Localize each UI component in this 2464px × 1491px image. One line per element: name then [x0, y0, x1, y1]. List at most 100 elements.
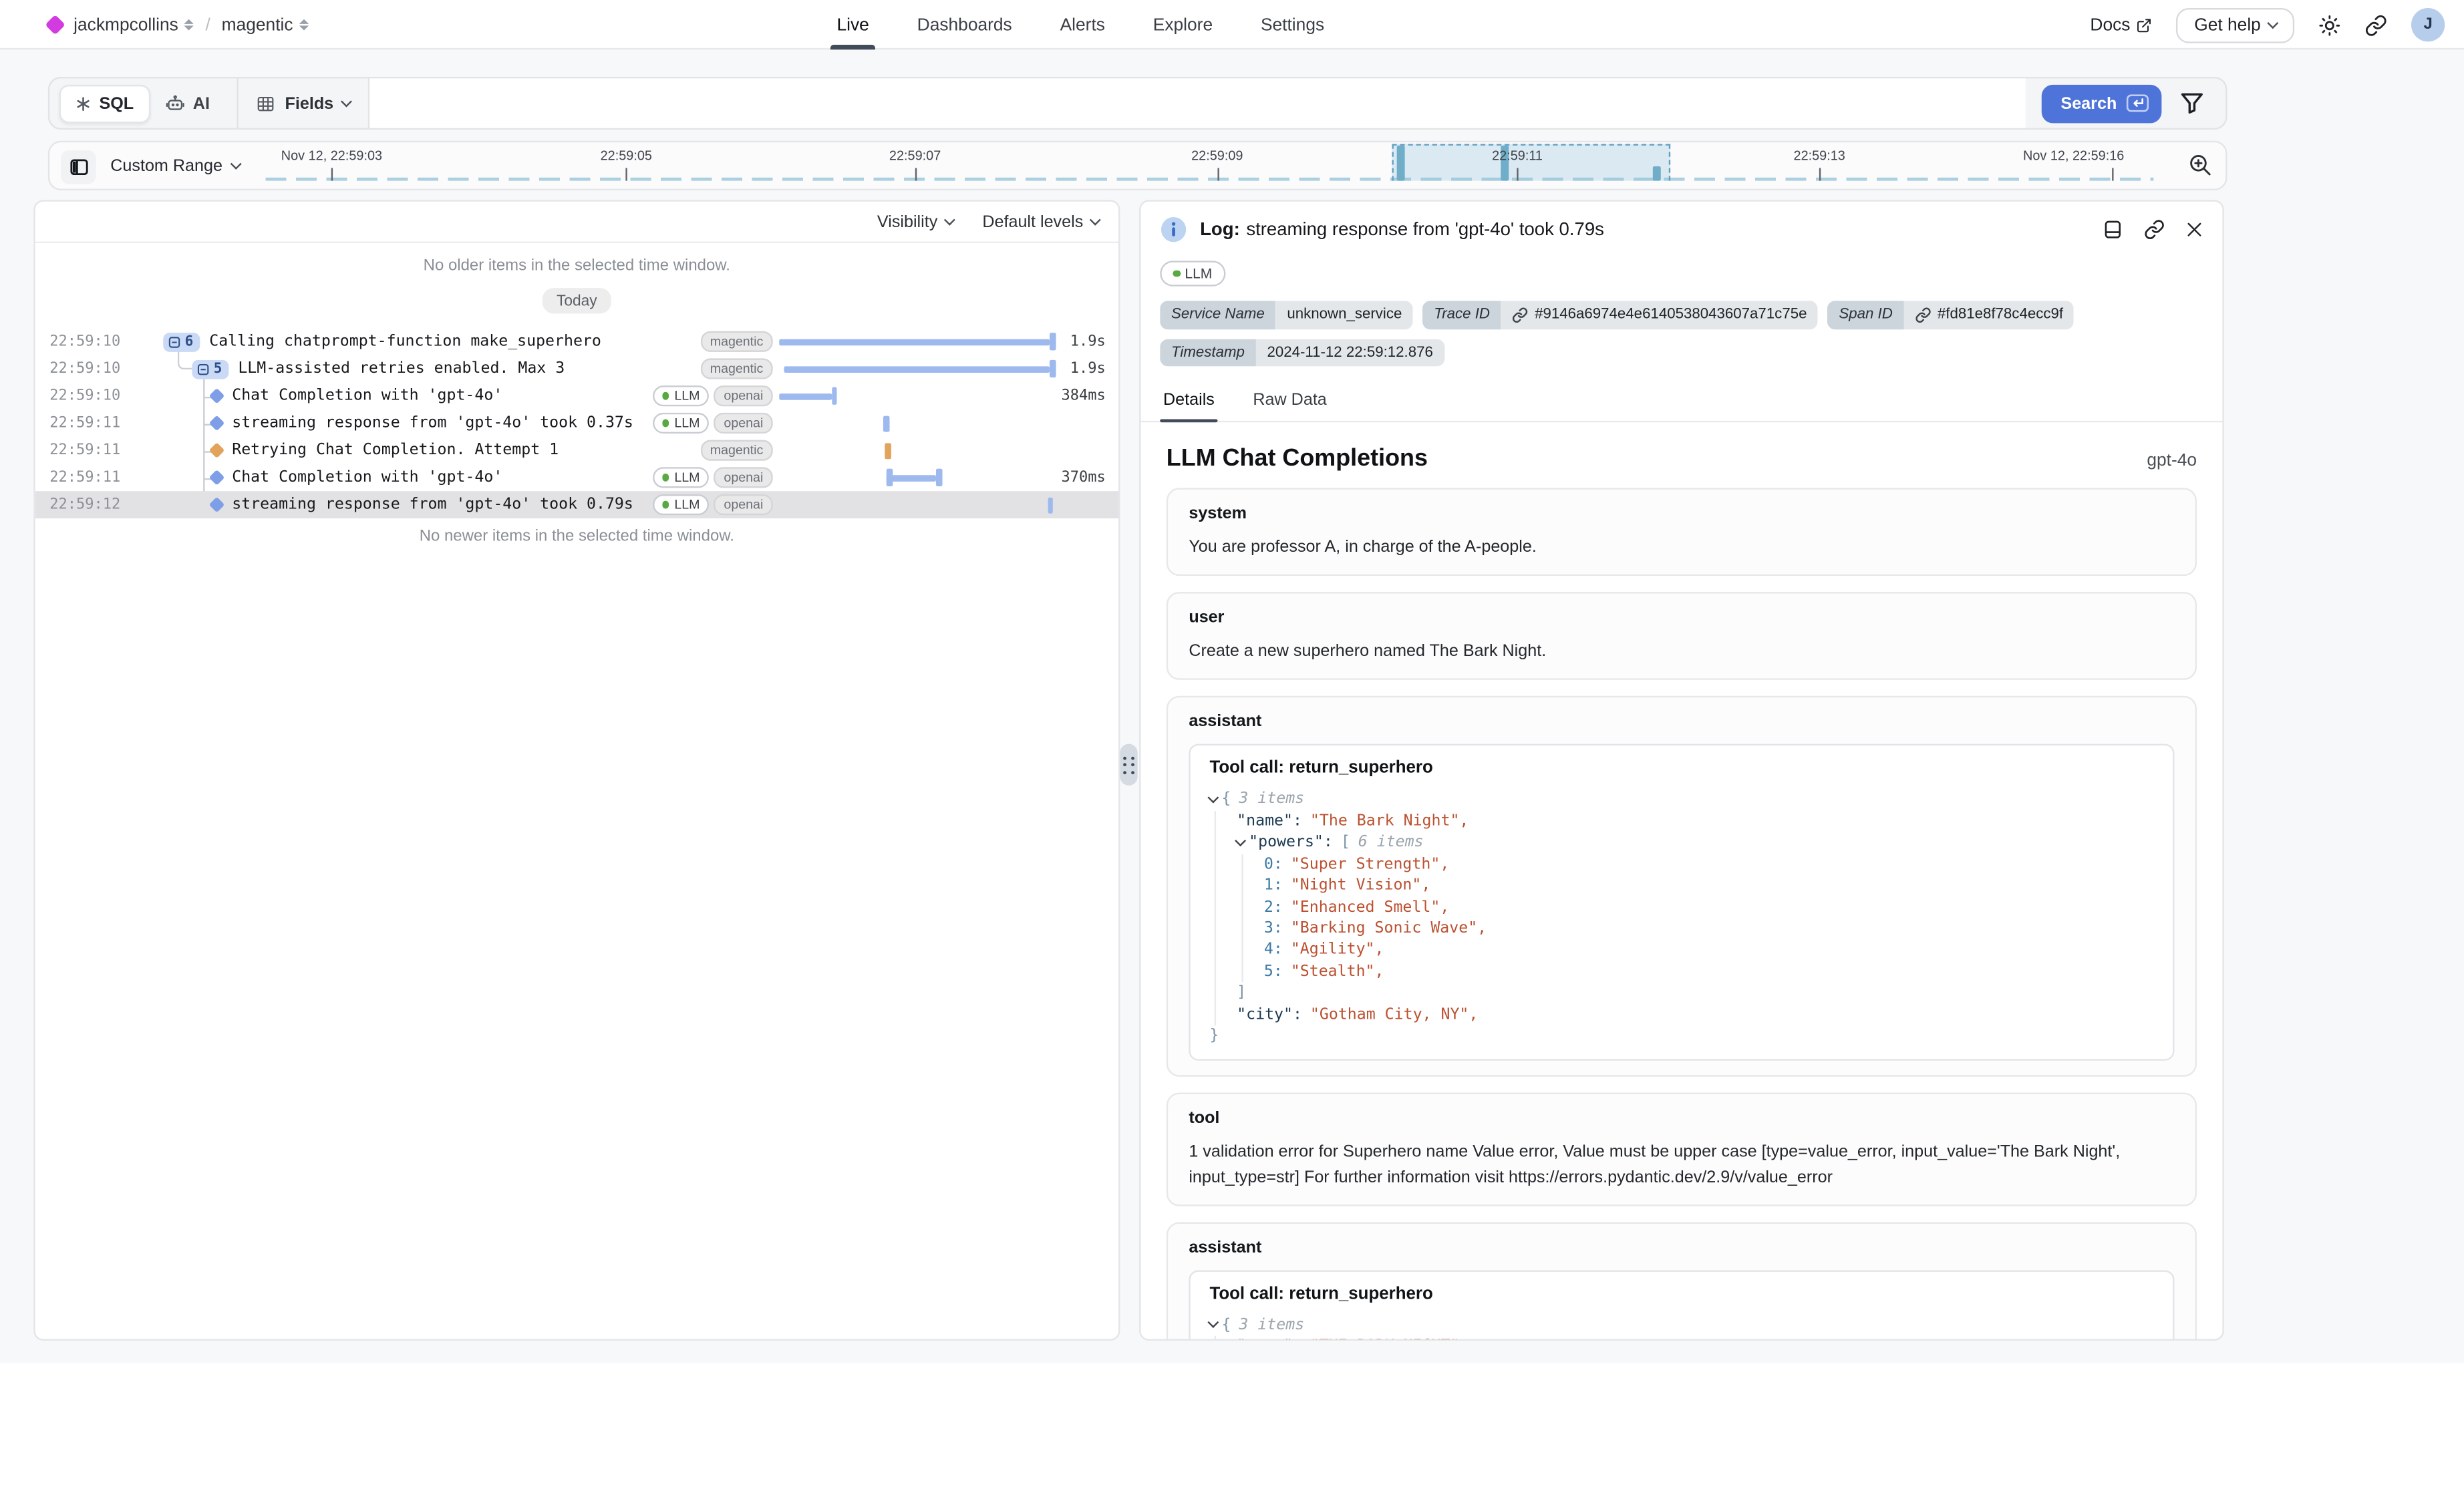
timeline-track[interactable]: Nov 12, 22:59:03 22:59:05 22:59:07 22:59…	[266, 142, 2154, 188]
warning-diamond-icon	[209, 442, 225, 458]
close-button[interactable]	[2185, 220, 2203, 238]
tool-call-title: Tool call: return_superhero	[1209, 759, 2153, 778]
log-row[interactable]: 22:59:11 streaming response from 'gpt-4o…	[35, 409, 1118, 437]
detail-header: Log:streaming response from 'gpt-4o' too…	[1140, 202, 2222, 251]
json-caret-icon[interactable]	[1235, 835, 1245, 845]
json-caret-icon[interactable]	[1208, 792, 1218, 802]
get-help-label: Get help	[2194, 15, 2261, 35]
duration-label: 1.9s	[1054, 360, 1118, 377]
log-row[interactable]: 22:59:11 Retrying Chat Completion. Attem…	[35, 437, 1118, 464]
share-link-button[interactable]	[2365, 13, 2388, 36]
duration-bar-cap	[1050, 360, 1055, 377]
tab-dashboards[interactable]: Dashboards	[914, 0, 1016, 49]
tab-settings[interactable]: Settings	[1257, 0, 1328, 49]
duration-bar	[784, 365, 1050, 372]
docs-link[interactable]: Docs	[2090, 15, 2153, 35]
search-button[interactable]: Search	[2042, 84, 2162, 122]
message-assistant: assistant Tool call: return_superhero {3…	[1167, 1222, 2197, 1341]
log-timestamp: 22:59:10	[49, 360, 123, 377]
no-newer-items-text: No newer items in the selected time wind…	[35, 528, 1118, 545]
tag-llm[interactable]: LLM	[653, 467, 710, 488]
panel-resize-handle[interactable]	[1120, 744, 1137, 786]
panel-layout-button[interactable]	[2103, 219, 2123, 240]
search-input[interactable]	[370, 78, 2025, 128]
duration-tick	[885, 442, 891, 458]
tab-raw-data[interactable]: Raw Data	[1250, 382, 1330, 420]
log-rows: 22:59:10 6 Calling chatprompt-function m…	[35, 328, 1118, 518]
filter-button[interactable]	[2181, 93, 2203, 114]
timestamp-badge: Timestamp 2024-11-12 22:59:12.876	[1160, 339, 1444, 366]
log-timestamp: 22:59:11	[49, 442, 123, 459]
tab-explore[interactable]: Explore	[1150, 0, 1216, 49]
search-bar: SQL AI Fields Search	[48, 77, 2227, 130]
log-message: Chat Completion with 'gpt-4o'	[232, 469, 502, 486]
duration-bar-cap	[832, 387, 837, 405]
span-diamond-icon	[209, 388, 225, 404]
message-content: Create a new superhero named The Bark Ni…	[1189, 641, 2174, 665]
ai-mode-button[interactable]: AI	[150, 85, 224, 122]
duration-bar	[779, 339, 1050, 345]
message-system: system You are professor A, in charge of…	[1167, 488, 2197, 576]
tag-llm[interactable]: LLM	[653, 413, 710, 434]
org-selector[interactable]: jackmpcollins	[73, 15, 194, 35]
duration-track	[779, 382, 1054, 409]
time-range-label: Custom Range	[110, 156, 222, 175]
log-row[interactable]: 22:59:10 5 LLM-assisted retries enabled.…	[35, 355, 1118, 383]
external-link-icon	[2137, 17, 2153, 33]
tag-openai[interactable]: openai	[714, 494, 773, 515]
user-avatar[interactable]: J	[2411, 8, 2445, 41]
tag-openai[interactable]: openai	[714, 385, 773, 406]
tag-magentic[interactable]: magentic	[700, 331, 772, 352]
project-selector[interactable]: magentic	[222, 15, 309, 35]
log-row[interactable]: 22:59:11 Chat Completion with 'gpt-4o' L…	[35, 464, 1118, 491]
span-id-badge[interactable]: Span ID #fd81e8f78c4ecc9f	[1828, 301, 2074, 329]
message-assistant: assistant Tool call: return_superhero {3…	[1167, 697, 2197, 1078]
sql-mode-button[interactable]: SQL	[59, 84, 150, 122]
chevron-down-icon	[230, 158, 242, 170]
collapse-badge[interactable]: 5	[192, 359, 228, 379]
histogram-bar	[1654, 166, 1662, 181]
json-viewer: {3 items "name":"THE BARK NIGHT", "power…	[1209, 1315, 2153, 1341]
collapse-badge[interactable]: 6	[163, 332, 200, 351]
zoom-in-button[interactable]	[2187, 152, 2213, 178]
default-levels-dropdown[interactable]: Default levels	[982, 212, 1099, 231]
tab-alerts[interactable]: Alerts	[1057, 0, 1108, 49]
sidebar-toggle-button[interactable]	[61, 150, 96, 184]
tab-details[interactable]: Details	[1160, 382, 1217, 420]
log-row[interactable]: 22:59:10 Chat Completion with 'gpt-4o' L…	[35, 382, 1118, 409]
fields-button[interactable]: Fields	[237, 78, 371, 128]
chevron-up-down-icon	[299, 19, 309, 31]
copy-link-button[interactable]	[2144, 219, 2165, 240]
duration-track	[779, 328, 1054, 355]
section-header: LLM Chat Completions gpt-4o	[1140, 445, 2222, 472]
role-label: tool	[1189, 1109, 2174, 1128]
tag-magentic[interactable]: magentic	[700, 358, 772, 379]
theme-toggle-button[interactable]	[2318, 13, 2341, 36]
bottom-spacer	[0, 1363, 2464, 1491]
trace-id-badge[interactable]: Trace ID #9146a6974e4e6140538043607a71c7…	[1423, 301, 1819, 329]
tag-llm[interactable]: LLM	[1160, 261, 1225, 286]
visibility-dropdown[interactable]: Visibility	[877, 212, 953, 231]
green-dot-icon	[662, 501, 669, 508]
tag-openai[interactable]: openai	[714, 467, 773, 488]
timeline-baseline	[266, 177, 2154, 181]
tag-llm[interactable]: LLM	[653, 385, 710, 406]
json-caret-icon[interactable]	[1208, 1317, 1218, 1327]
span-diamond-icon	[209, 470, 225, 486]
time-range-selector[interactable]: Custom Range	[110, 142, 240, 188]
log-row[interactable]: 22:59:10 6 Calling chatprompt-function m…	[35, 328, 1118, 355]
enter-key-icon	[2127, 94, 2149, 112]
tag-magentic[interactable]: magentic	[700, 440, 772, 461]
chat-messages: system You are professor A, in charge of…	[1140, 472, 2222, 1341]
duration-track	[779, 409, 1054, 437]
log-row-selected[interactable]: 22:59:12 streaming response from 'gpt-4o…	[35, 491, 1118, 518]
tag-openai[interactable]: openai	[714, 413, 773, 434]
log-timestamp: 22:59:10	[49, 333, 123, 350]
tag-llm[interactable]: LLM	[653, 494, 710, 515]
tab-live[interactable]: Live	[834, 0, 873, 49]
today-badge[interactable]: Today	[542, 288, 611, 313]
log-timestamp: 22:59:10	[49, 387, 123, 405]
get-help-button[interactable]: Get help	[2177, 7, 2294, 43]
org-name: jackmpcollins	[73, 15, 178, 35]
squared-minus-icon	[168, 335, 180, 348]
